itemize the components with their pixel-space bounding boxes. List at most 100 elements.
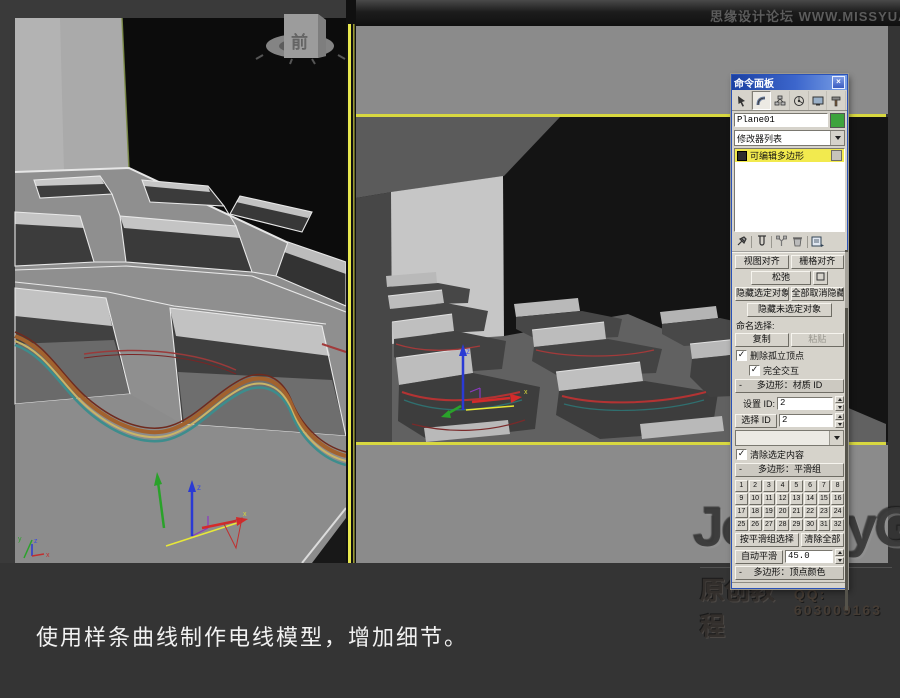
hierarchy-icon — [774, 95, 786, 107]
sg-cell[interactable]: 4 — [776, 480, 789, 492]
sg-cell[interactable]: 24 — [831, 506, 844, 518]
sg-cell[interactable]: 11 — [763, 493, 776, 505]
tab-display[interactable] — [809, 91, 828, 110]
stack-item-editable-poly[interactable]: 可编辑多边形 — [735, 149, 844, 162]
modifier-stack[interactable]: 可编辑多边形 — [734, 148, 845, 232]
tab-create[interactable] — [733, 91, 752, 110]
scrollbar-thumb[interactable] — [845, 252, 848, 308]
create-arrow-icon — [736, 95, 748, 107]
tab-modify[interactable] — [752, 91, 772, 110]
configure-modifier-sets-icon[interactable] — [811, 235, 825, 248]
sg-cell[interactable]: 8 — [831, 480, 844, 492]
sg-cell[interactable]: 14 — [804, 493, 817, 505]
rollup-collapse-icon[interactable]: - — [739, 464, 742, 475]
settings-box-icon — [816, 272, 825, 281]
set-id-field[interactable]: 2 — [777, 397, 833, 410]
sg-cell[interactable]: 15 — [818, 493, 831, 505]
sg-cell[interactable]: 9 — [735, 493, 748, 505]
copy-button[interactable]: 复制 — [735, 333, 789, 347]
sg-cell[interactable]: 3 — [763, 480, 776, 492]
grid-structure — [15, 168, 346, 563]
rollup-collapse-icon[interactable]: - — [739, 567, 742, 578]
vertex-colors-rollup-header[interactable]: - 多边形：顶点颜色 — [735, 566, 844, 580]
view-align-button[interactable]: 视图对齐 — [735, 255, 789, 269]
select-id-button[interactable]: 选择 ID — [735, 414, 777, 428]
clear-selection-checkbox[interactable] — [736, 449, 747, 460]
relax-button[interactable]: 松弛 — [751, 271, 811, 285]
panel-title: 命令面板 — [734, 75, 774, 90]
sg-cell[interactable]: 19 — [763, 506, 776, 518]
delete-isolated-vertices-checkbox[interactable] — [736, 350, 747, 361]
sg-cell[interactable]: 7 — [818, 480, 831, 492]
spinner-up[interactable] — [835, 413, 844, 420]
spinner-down[interactable] — [835, 421, 844, 428]
relax-settings-button[interactable] — [813, 271, 828, 285]
sg-cell[interactable]: 10 — [749, 493, 762, 505]
sg-cell[interactable]: 2 — [749, 480, 762, 492]
sg-cell[interactable]: 16 — [831, 493, 844, 505]
auto-smooth-field[interactable]: 45.0 — [785, 550, 833, 563]
viewport-divider[interactable] — [346, 0, 356, 563]
sg-cell[interactable]: 21 — [790, 506, 803, 518]
remove-modifier-icon[interactable] — [791, 235, 804, 248]
clear-all-button[interactable]: 清除全部 — [801, 533, 844, 547]
close-icon[interactable]: × — [832, 76, 845, 89]
dropdown-button[interactable] — [829, 431, 843, 445]
grid-align-button[interactable]: 栅格对齐 — [791, 255, 845, 269]
select-by-sg-button[interactable]: 按平滑组选择 — [735, 533, 799, 547]
modify-icon — [756, 95, 768, 107]
dropdown-button[interactable] — [830, 131, 844, 145]
screenshot-root: 思缘设计论坛 WWW.MISSYUAN.COM — [0, 0, 900, 698]
paste-button[interactable]: 粘贴 — [791, 333, 845, 347]
tab-hierarchy[interactable] — [771, 91, 790, 110]
hide-unselected-button[interactable]: 隐藏未选定对象 — [747, 303, 832, 317]
tab-utilities[interactable] — [827, 91, 846, 110]
spinner-down[interactable] — [835, 557, 844, 564]
sg-cell[interactable]: 17 — [735, 506, 748, 518]
clear-selection-label: 清除选定内容 — [750, 448, 804, 461]
set-id-spinner — [835, 396, 844, 411]
sg-cell[interactable]: 5 — [790, 480, 803, 492]
make-unique-icon[interactable] — [775, 235, 788, 248]
clear-selection-row: 清除选定内容 — [736, 448, 844, 461]
sg-cell[interactable]: 6 — [804, 480, 817, 492]
sg-cell[interactable]: 12 — [776, 493, 789, 505]
sg-cell[interactable]: 20 — [776, 506, 789, 518]
sg-cell[interactable]: 25 — [735, 519, 748, 531]
sg-cell[interactable]: 23 — [818, 506, 831, 518]
sg-cell[interactable]: 1 — [735, 480, 748, 492]
viewport-left-perspective[interactable]: z x y z x 前 — [0, 0, 356, 563]
sg-cell[interactable]: 22 — [804, 506, 817, 518]
material-name-dropdown[interactable] — [735, 430, 844, 446]
full-interactivity-checkbox[interactable] — [749, 365, 760, 376]
smoothing-groups-rollup-header[interactable]: - 多边形：平滑组 — [735, 463, 844, 477]
pin-stack-icon[interactable] — [735, 235, 748, 248]
auto-smooth-button[interactable]: 自动平滑 — [735, 550, 783, 564]
unhide-all-button[interactable]: 全部取消隐藏 — [791, 287, 845, 301]
spinner-up[interactable] — [835, 549, 844, 556]
tab-motion[interactable] — [790, 91, 809, 110]
modifier-list-dropdown[interactable]: 修改器列表 — [734, 130, 845, 146]
show-end-result-icon[interactable] — [755, 235, 768, 248]
sg-cell[interactable]: 27 — [763, 519, 776, 531]
material-id-rollup-header[interactable]: - 多边形：材质 ID — [735, 379, 844, 393]
sg-cell[interactable]: 30 — [804, 519, 817, 531]
panel-tabs — [732, 90, 847, 111]
panel-title-bar[interactable]: 命令面板 × — [732, 75, 847, 90]
panel-scrollbar[interactable] — [845, 250, 848, 610]
sg-cell[interactable]: 28 — [776, 519, 789, 531]
select-id-field[interactable]: 2 — [779, 414, 833, 427]
object-name-input[interactable] — [734, 113, 828, 127]
object-color-swatch[interactable] — [830, 113, 845, 128]
sg-cell[interactable]: 13 — [790, 493, 803, 505]
stack-visibility-icon[interactable] — [831, 150, 842, 161]
spinner-down[interactable] — [835, 404, 844, 411]
sg-cell[interactable]: 18 — [749, 506, 762, 518]
rollup-collapse-icon[interactable]: - — [739, 380, 742, 391]
sg-cell[interactable]: 26 — [749, 519, 762, 531]
spinner-up[interactable] — [835, 396, 844, 403]
sg-cell[interactable]: 31 — [818, 519, 831, 531]
sg-cell[interactable]: 29 — [790, 519, 803, 531]
hide-selected-button[interactable]: 隐藏选定对象 — [735, 287, 789, 301]
sg-cell[interactable]: 32 — [831, 519, 844, 531]
